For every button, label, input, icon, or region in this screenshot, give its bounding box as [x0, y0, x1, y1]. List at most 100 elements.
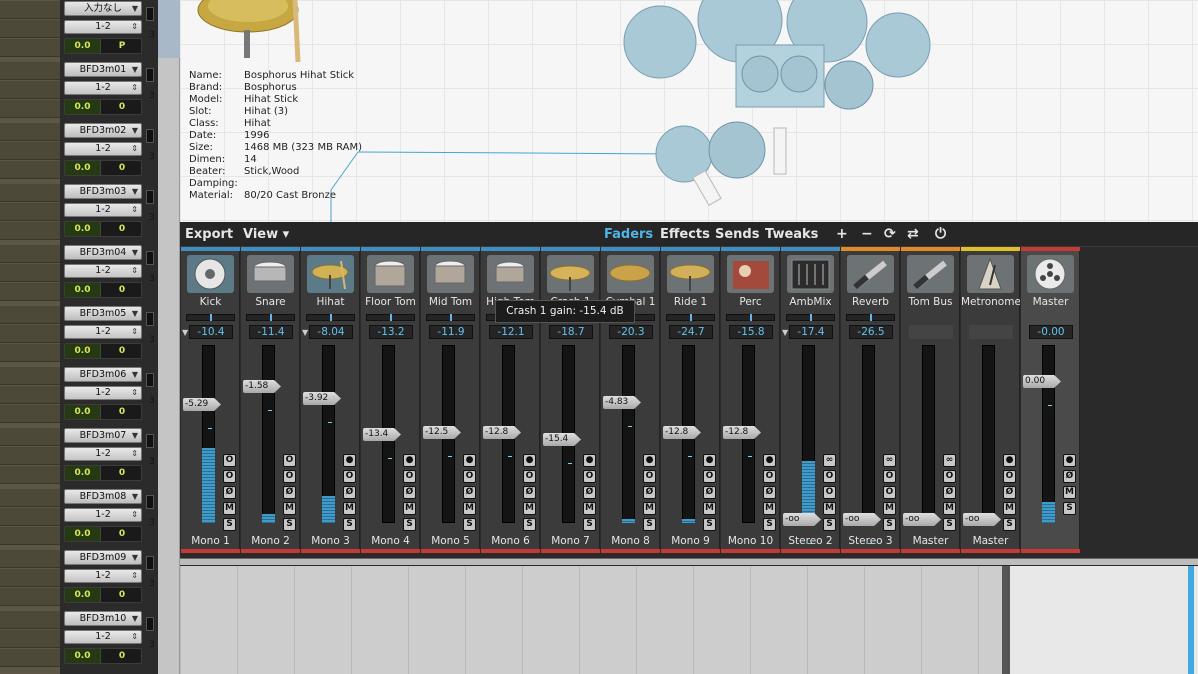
option-button[interactable]: O [943, 470, 956, 483]
pan-value[interactable]: 0 [103, 588, 141, 602]
pan-value[interactable]: 0 [103, 283, 141, 297]
mixer-channel[interactable]: AmbMix -17.4 ▼ -oo ∞ O O M S Stereo 2 [781, 247, 840, 553]
mixer-channel[interactable]: Snare -11.4 -1.58 O O Ø M S Mono 2 [241, 247, 300, 553]
refresh-icon[interactable]: ⟳ [884, 226, 896, 242]
pan-marker[interactable] [210, 314, 212, 321]
output-routing[interactable]: Mono 6 [481, 535, 540, 547]
option-button[interactable]: O [403, 470, 416, 483]
channel-icon[interactable] [667, 255, 714, 293]
channel-icon[interactable] [787, 255, 834, 293]
gain-display[interactable]: -18.7 [549, 325, 593, 339]
routing-icon[interactable]: ⇄ [907, 226, 919, 242]
pan-marker[interactable] [450, 314, 452, 321]
channel-icon[interactable] [847, 255, 894, 293]
output-select[interactable]: 1-2 ⇕ [64, 81, 142, 95]
option-button[interactable]: O [883, 470, 896, 483]
track-name-field[interactable] [0, 245, 60, 263]
fader-track[interactable] [622, 345, 635, 523]
option-button[interactable]: O [343, 470, 356, 483]
output-select[interactable]: 1-2 ⇕ [64, 630, 142, 644]
volume-value[interactable]: 0.0 [65, 283, 101, 297]
pan-slider[interactable] [726, 314, 775, 321]
tab-sends[interactable]: Sends [715, 227, 759, 242]
channel-icon[interactable] [487, 255, 534, 293]
fader-handle[interactable]: -12.8 [723, 426, 761, 439]
power-icon[interactable]: ⏻ [935, 226, 946, 242]
output-select[interactable]: 1-2 ⇕ [64, 325, 142, 339]
output-select[interactable]: 1-2 ⇕ [64, 508, 142, 522]
solo-button[interactable]: S [523, 518, 536, 531]
track-name-field[interactable] [0, 283, 60, 301]
channel-icon[interactable] [967, 255, 1014, 293]
solo-button[interactable]: S [583, 518, 596, 531]
track-name-field[interactable] [0, 611, 60, 629]
input-select[interactable]: BFD3m04 ▼ [64, 245, 142, 260]
mute-button[interactable]: M [223, 502, 236, 515]
phase-invert-button[interactable]: Ø [763, 486, 776, 499]
volume-pan-display[interactable]: 0.0 0 [64, 648, 142, 664]
volume-pan-display[interactable]: 0.0 0 [64, 221, 142, 237]
track-name-field[interactable] [0, 20, 60, 38]
option-button[interactable]: O [883, 486, 896, 499]
mute-button[interactable]: M [403, 502, 416, 515]
channel-icon[interactable] [427, 255, 474, 293]
pan-marker[interactable] [690, 314, 692, 321]
phase-invert-button[interactable]: Ø [1003, 486, 1016, 499]
fader-track[interactable] [982, 345, 995, 523]
input-select[interactable]: BFD3m07 ▼ [64, 428, 142, 443]
channel-icon[interactable] [547, 255, 594, 293]
track-name-field[interactable] [0, 325, 60, 343]
channel-icon[interactable] [907, 255, 954, 293]
solo-button[interactable]: S [343, 518, 356, 531]
mute-button[interactable]: M [1063, 486, 1076, 499]
record-button[interactable]: ● [763, 454, 776, 467]
fader-handle[interactable]: -oo [783, 513, 821, 526]
mixer-channel[interactable]: Kick -10.4 ▼ -5.29 O O Ø M S Mono 1 [181, 247, 240, 553]
pan-slider[interactable] [306, 314, 355, 321]
gain-display[interactable] [969, 325, 1013, 339]
mute-button[interactable]: M [883, 502, 896, 515]
solo-button[interactable]: S [403, 518, 416, 531]
volume-value[interactable]: 0.0 [65, 588, 101, 602]
pan-slider[interactable] [666, 314, 715, 321]
track-name-field[interactable] [0, 1, 60, 19]
export-button[interactable]: Export [185, 227, 233, 242]
output-routing[interactable]: Mono 1 [181, 535, 240, 547]
output-routing[interactable]: Mono 8 [601, 535, 660, 547]
gain-display[interactable]: -24.7 [669, 325, 713, 339]
track-name-field[interactable] [0, 649, 60, 667]
gain-display[interactable]: -15.8 [729, 325, 773, 339]
fader-handle[interactable]: -12.5 [423, 426, 461, 439]
volume-pan-display[interactable]: 0.0 0 [64, 99, 142, 115]
output-routing[interactable]: Mono 3 [301, 535, 360, 547]
fader-track[interactable] [262, 345, 275, 523]
track-name-field[interactable] [0, 203, 60, 221]
option-button[interactable]: O [283, 454, 296, 467]
solo-button[interactable]: S [883, 518, 896, 531]
scroll-indicator[interactable] [1188, 566, 1194, 674]
input-select[interactable]: BFD3m09 ▼ [64, 550, 142, 565]
fader-handle[interactable]: -12.8 [663, 426, 701, 439]
track-name-field[interactable] [0, 569, 60, 587]
remove-channel-icon[interactable]: − [861, 226, 873, 242]
track-name-field[interactable] [0, 100, 60, 118]
track-name-field[interactable] [0, 630, 60, 648]
mixer-channel[interactable]: Perc -15.8 -12.8 ● O Ø M S Mono 10 [721, 247, 780, 553]
chevron-down-icon[interactable]: ▼ [302, 328, 308, 337]
phase-invert-button[interactable]: Ø [703, 486, 716, 499]
mute-button[interactable]: M [943, 502, 956, 515]
record-button[interactable]: ● [403, 454, 416, 467]
channel-icon[interactable] [367, 255, 414, 293]
record-button[interactable]: ● [1063, 454, 1076, 467]
mixer-scrollbar[interactable] [180, 558, 1198, 565]
mute-button[interactable]: M [643, 502, 656, 515]
mixer-channel[interactable]: High Tom-12.1-12.8●OØMSMono 6 [481, 247, 540, 553]
fader-handle[interactable]: -oo [903, 513, 941, 526]
volume-value[interactable]: 0.0 [65, 649, 101, 663]
option-button[interactable]: O [823, 486, 836, 499]
volume-pan-display[interactable]: 0.0 0 [64, 282, 142, 298]
output-routing[interactable]: Mono 4 [361, 535, 420, 547]
volume-pan-display[interactable]: 0.0 P [64, 38, 142, 54]
link-button[interactable]: ∞ [883, 454, 896, 467]
tab-effects[interactable]: Effects [660, 227, 710, 242]
